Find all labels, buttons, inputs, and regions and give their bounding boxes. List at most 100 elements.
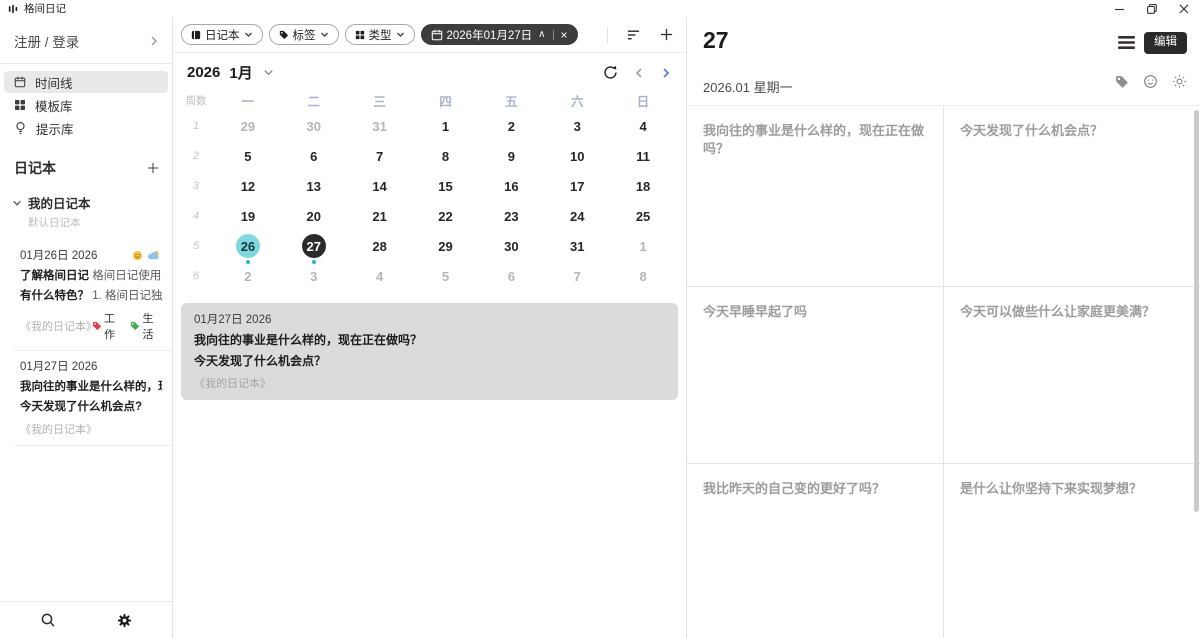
prev-month-icon[interactable] (633, 67, 645, 79)
minimize-button[interactable] (1104, 0, 1136, 17)
calendar-day[interactable]: 27 (281, 231, 347, 261)
calendar-day[interactable]: 7 (347, 141, 413, 171)
gear-icon[interactable] (117, 613, 132, 628)
calendar-day[interactable]: 1 (610, 231, 676, 261)
add-entry-button[interactable] (659, 27, 674, 42)
add-notebook-button[interactable] (146, 161, 160, 175)
restore-button[interactable] (1136, 0, 1168, 17)
calendar-month[interactable]: 1月 (229, 62, 252, 83)
diary-entry-card[interactable]: 01月27日 2026我向往的事业是什么样的，现在…今天发现了什么机会点?《我的… (0, 351, 172, 445)
calendar-day[interactable]: 6 (281, 141, 347, 171)
detail-meta-icons (1115, 74, 1187, 89)
menu-icon[interactable] (1118, 36, 1135, 49)
prompt-cell[interactable]: 是什么让你坚持下来实现梦想？ (943, 463, 1200, 638)
entry-detail-panel: 27 2026.01 星期一 编辑 我向往的事业是什么样的，现在正在做吗？今天发… (687, 17, 1200, 638)
mood-smiley-icon[interactable] (1143, 74, 1158, 89)
tag-icon[interactable] (1115, 75, 1129, 89)
calendar-day[interactable]: 9 (478, 141, 544, 171)
calendar-day[interactable]: 5 (413, 261, 479, 291)
close-button[interactable] (1168, 0, 1200, 17)
next-month-icon[interactable] (660, 67, 672, 79)
weather-sun-icon[interactable] (1172, 74, 1187, 89)
entry-line: 我向往的事业是什么样的，现在… (20, 378, 162, 394)
calendar-day[interactable]: 3 (281, 261, 347, 291)
filter-pill-1[interactable]: 标签 (269, 24, 339, 45)
calendar-day[interactable]: 16 (478, 171, 544, 201)
calendar-day[interactable]: 5 (215, 141, 281, 171)
diary-entry-card[interactable]: 01月26日 2026了解格间日记 格间日记使用一种…有什么特色？ 1. 格间日… (0, 240, 172, 350)
calendar-day[interactable]: 7 (544, 261, 610, 291)
close-filter-icon[interactable]: × (561, 29, 568, 41)
calendar-day[interactable]: 10 (544, 141, 610, 171)
chevron-down-icon[interactable] (263, 67, 274, 78)
calendar-day[interactable]: 19 (215, 201, 281, 231)
tag-icon (279, 30, 289, 40)
filter-pill-label: 2026年01月27日 (447, 27, 533, 43)
day-number: 23 (504, 210, 518, 223)
calendar-day[interactable]: 11 (610, 141, 676, 171)
calendar-day[interactable]: 13 (281, 171, 347, 201)
filter-pill-3[interactable]: 2026年01月27日 ∧ × (421, 24, 578, 45)
edit-button[interactable]: 编辑 (1144, 32, 1187, 54)
sidebar-item-模板库[interactable]: 模板库 (4, 94, 168, 116)
calendar-day[interactable]: 2 (215, 261, 281, 291)
calendar-day[interactable]: 3 (544, 111, 610, 141)
notebook-row[interactable]: 我的日记本 (0, 178, 172, 212)
prompt-cell[interactable]: 我比昨天的自己变的更好了吗？ (687, 463, 943, 638)
sort-icon[interactable] (626, 27, 641, 42)
filter-pill-0[interactable]: 日记本 (181, 24, 263, 45)
calendar-day[interactable]: 12 (215, 171, 281, 201)
calendar-day[interactable]: 26 (215, 231, 281, 261)
calendar-day[interactable]: 6 (478, 261, 544, 291)
calendar-day[interactable]: 24 (544, 201, 610, 231)
calendar-day[interactable]: 17 (544, 171, 610, 201)
search-icon[interactable] (40, 612, 56, 628)
calendar-day[interactable]: 30 (478, 231, 544, 261)
calendar-day[interactable]: 2 (478, 111, 544, 141)
filter-pill-2[interactable]: 类型 (345, 24, 415, 45)
collapse-icon[interactable]: ∧ (538, 29, 545, 40)
calendar-day[interactable]: 8 (610, 261, 676, 291)
calendar-day[interactable]: 4 (610, 111, 676, 141)
day-number: 24 (570, 210, 584, 223)
entry-line: 了解格间日记 格间日记使用一种… (20, 267, 162, 283)
sidebar-item-提示库[interactable]: 提示库 (4, 117, 168, 139)
calendar-day[interactable]: 14 (347, 171, 413, 201)
calendar-day[interactable]: 22 (413, 201, 479, 231)
sidebar-item-label: 模板库 (35, 96, 73, 115)
sidebar-item-时间线[interactable]: 时间线 (4, 71, 168, 93)
week-number: 4 (177, 201, 215, 231)
login-row[interactable]: 注册 / 登录 (0, 17, 172, 63)
tag-chip[interactable]: 生活 (130, 310, 162, 342)
chevron-right-icon (148, 35, 160, 47)
entry-dot (246, 260, 250, 264)
scrollbar[interactable] (1194, 110, 1199, 512)
calendar-day[interactable]: 23 (478, 201, 544, 231)
calendar-day[interactable]: 15 (413, 171, 479, 201)
prompt-cell[interactable]: 今天可以做些什么让家庭更美满？ (943, 286, 1200, 463)
bulb-icon (14, 121, 27, 135)
prompt-cell[interactable]: 今天发现了什么机会点？ (943, 106, 1200, 286)
day-number: 2 (244, 270, 251, 283)
sync-icon[interactable] (603, 65, 618, 80)
calendar-day[interactable]: 18 (610, 171, 676, 201)
calendar-day[interactable]: 29 (413, 231, 479, 261)
entry-preview-card[interactable]: 01月27日 2026 我向往的事业是什么样的，现在正在做吗？ 今天发现了什么机… (181, 303, 678, 400)
calendar-day[interactable]: 29 (215, 111, 281, 141)
calendar-day[interactable]: 30 (281, 111, 347, 141)
calendar-day[interactable]: 28 (347, 231, 413, 261)
calendar-day[interactable]: 25 (610, 201, 676, 231)
prompt-cell[interactable]: 今天早睡早起了吗 (687, 286, 943, 463)
calendar-year[interactable]: 2026 (187, 64, 220, 81)
prompt-text: 今天可以做些什么让家庭更美满？ (960, 303, 1184, 321)
calendar-day[interactable]: 21 (347, 201, 413, 231)
calendar-day[interactable]: 4 (347, 261, 413, 291)
prompt-cell[interactable]: 我向往的事业是什么样的，现在正在做吗？ (687, 106, 943, 286)
week-number: 2 (177, 141, 215, 171)
calendar-day[interactable]: 1 (413, 111, 479, 141)
calendar-day[interactable]: 8 (413, 141, 479, 171)
calendar-day[interactable]: 20 (281, 201, 347, 231)
calendar-day[interactable]: 31 (347, 111, 413, 141)
tag-chip[interactable]: 工作 (92, 310, 124, 342)
calendar-day[interactable]: 31 (544, 231, 610, 261)
